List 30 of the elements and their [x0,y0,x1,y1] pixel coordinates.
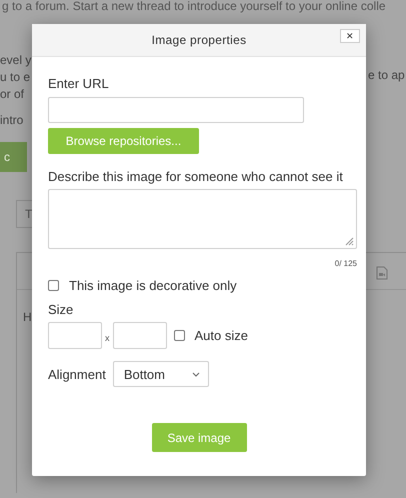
page-text: intro [0,112,24,129]
url-label: Enter URL [48,76,109,91]
decorative-checkbox[interactable] [48,280,59,291]
decorative-label: This image is decorative only [69,278,237,293]
character-count: 0/ 125 [334,259,357,268]
page-text: evel y [0,52,32,69]
alignment-label: Alignment [48,366,106,382]
close-button[interactable]: ✕ [340,29,360,43]
page-text: or of [0,86,24,103]
editor-text: H [23,310,32,324]
chevron-down-icon [192,372,200,376]
size-separator: x [105,333,110,343]
description-field[interactable] [48,189,357,249]
resize-grip-icon[interactable] [345,237,354,246]
page-text: u to e [0,69,30,86]
size-label: Size [48,302,74,317]
page-text: e to ap [368,68,405,82]
width-field[interactable] [48,322,102,349]
height-field[interactable] [112,322,166,349]
auto-size-label: Auto size [194,328,248,343]
dialog-title: Image properties [152,33,246,47]
auto-size-checkbox[interactable] [174,330,184,341]
url-field[interactable] [48,97,304,123]
save-button[interactable]: Save image [152,423,246,452]
browse-button[interactable]: Browse repositories... [48,128,199,154]
description-label: Describe this image for someone who cannot see it [48,169,343,184]
page-text: g to a forum. Start a new thread to introduce yourself to your online colle [1,0,387,14]
video-icon[interactable] [376,266,388,280]
page-button[interactable]: c [0,142,27,172]
alignment-select[interactable]: Bottom [112,361,209,387]
